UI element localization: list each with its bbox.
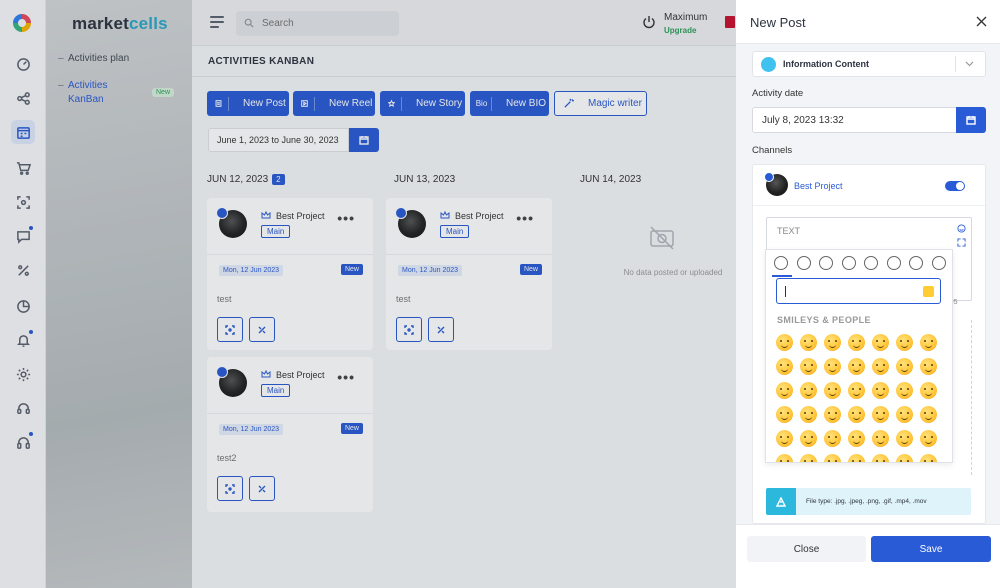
skin-tone-selector[interactable] (923, 286, 934, 297)
save-button[interactable]: Save (871, 536, 991, 562)
modal-backdrop[interactable] (0, 0, 736, 588)
emoji-icon[interactable] (776, 406, 793, 423)
channel-name: Best Project (794, 181, 843, 191)
emoji-icon[interactable] (872, 454, 889, 462)
activity-date-label: Activity date (752, 88, 804, 99)
emoji-icon[interactable] (800, 382, 817, 399)
emoji-icon[interactable] (800, 454, 817, 462)
emoji-icon[interactable] (896, 382, 913, 399)
avatar (764, 172, 788, 196)
emoji-icon[interactable] (848, 454, 865, 462)
emoji-icon[interactable] (824, 382, 841, 399)
emoji-icon[interactable] (920, 454, 937, 462)
emoji-icon[interactable] (824, 334, 841, 351)
emoji-section-heading: SMILEYS & PEOPLE (777, 315, 871, 325)
drawer-footer: Close Save (736, 524, 1000, 588)
file-type-hint: File type: .jpg, .jpeg, .png, .gif, .mp4… (766, 488, 971, 515)
emoji-icon[interactable] (872, 334, 889, 351)
channel-toggle[interactable] (945, 181, 965, 191)
emoji-icon[interactable] (848, 382, 865, 399)
close-button[interactable]: Close (747, 536, 866, 562)
emoji-icon[interactable] (896, 454, 913, 462)
divider (955, 56, 956, 72)
emoji-icon[interactable] (776, 430, 793, 447)
emoji-icon[interactable] (896, 430, 913, 447)
emoji-icon[interactable] (957, 224, 966, 233)
emoji-icon[interactable] (800, 430, 817, 447)
content-type-dot (761, 57, 776, 72)
activity-date-input[interactable] (752, 107, 956, 133)
emoji-icon[interactable] (776, 382, 793, 399)
emoji-category-tabs (772, 256, 946, 277)
warning-icon (766, 488, 796, 515)
emoji-icon[interactable] (872, 382, 889, 399)
emoji-icon[interactable] (848, 358, 865, 375)
divider (753, 205, 985, 206)
emoji-picker: SMILEYS & PEOPLE (765, 249, 953, 463)
emoji-icon[interactable] (920, 430, 937, 447)
emoji-icon[interactable] (776, 334, 793, 351)
text-caret (785, 286, 786, 297)
emoji-category-nature-icon[interactable] (796, 256, 811, 270)
emoji-category-people-icon[interactable] (772, 256, 792, 277)
text-placeholder: TEXT (777, 226, 801, 236)
drawer-title: New Post (750, 15, 806, 30)
emoji-icon[interactable] (848, 334, 865, 351)
emoji-icon[interactable] (824, 358, 841, 375)
emoji-icon[interactable] (824, 406, 841, 423)
emoji-icon[interactable] (872, 358, 889, 375)
content-type-select[interactable]: Information Content (752, 51, 986, 77)
emoji-icon[interactable] (920, 406, 937, 423)
emoji-category-activity-icon[interactable] (841, 256, 856, 270)
chevron-down-icon (965, 61, 974, 67)
emoji-icon[interactable] (800, 406, 817, 423)
emoji-icon[interactable] (896, 334, 913, 351)
emoji-category-objects-icon[interactable] (886, 256, 901, 270)
emoji-category-food-icon[interactable] (819, 256, 834, 270)
emoji-icon[interactable] (920, 358, 937, 375)
channels-label: Channels (752, 145, 793, 156)
emoji-search-input[interactable] (776, 278, 941, 304)
emoji-icon[interactable] (872, 430, 889, 447)
emoji-category-flags-icon[interactable] (931, 256, 946, 270)
emoji-icon[interactable] (848, 406, 865, 423)
expand-icon[interactable] (957, 238, 966, 247)
emoji-icon[interactable] (896, 406, 913, 423)
emoji-grid (776, 334, 946, 462)
emoji-category-symbols-icon[interactable] (909, 256, 924, 270)
emoji-icon[interactable] (920, 382, 937, 399)
content-type-label: Information Content (783, 59, 869, 69)
calendar-icon (966, 116, 976, 125)
emoji-icon[interactable] (824, 430, 841, 447)
emoji-icon[interactable] (872, 406, 889, 423)
emoji-icon[interactable] (776, 454, 793, 462)
drawer-header: New Post (736, 0, 1000, 44)
emoji-icon[interactable] (920, 334, 937, 351)
emoji-icon[interactable] (776, 358, 793, 375)
activity-date-calendar-button[interactable] (956, 107, 986, 133)
emoji-icon[interactable] (824, 454, 841, 462)
emoji-icon[interactable] (848, 430, 865, 447)
emoji-icon[interactable] (800, 334, 817, 351)
emoji-icon[interactable] (800, 358, 817, 375)
upload-dropzone-edge (956, 320, 972, 475)
file-type-text: File type: .jpg, .jpeg, .png, .gif, .mp4… (806, 498, 927, 505)
emoji-icon[interactable] (896, 358, 913, 375)
close-icon[interactable] (976, 16, 987, 27)
emoji-category-travel-icon[interactable] (864, 256, 879, 270)
